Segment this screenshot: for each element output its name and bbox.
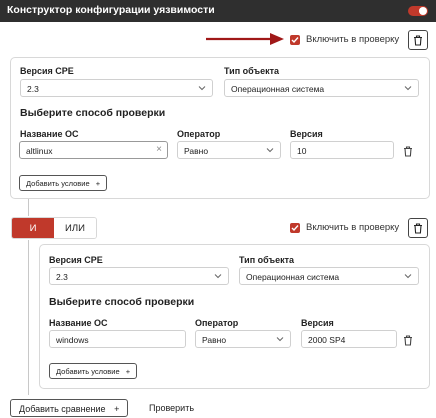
chevron-down-icon (404, 274, 412, 279)
cpe-version-label: Версия CPE (49, 255, 103, 265)
method-heading: Выберите способ проверки (49, 296, 195, 308)
arrow-annotation-icon (206, 33, 284, 45)
window-title: Конструктор конфигурации уязвимости (7, 4, 215, 16)
delete-block-button-2[interactable] (408, 218, 428, 238)
cpe-version-label: Версия CPE (20, 66, 74, 76)
include-label: Включить в проверку (306, 34, 400, 45)
operator-value: Равно (184, 146, 209, 156)
add-condition-label: Добавить условие (56, 367, 120, 376)
chevron-down-icon (404, 86, 412, 91)
os-name-input[interactable]: altlinux × (19, 141, 168, 159)
cpe-version-value: 2.3 (27, 84, 39, 94)
add-condition-button[interactable]: Добавить условие + (19, 175, 108, 191)
add-condition-label: Добавить условие (26, 179, 90, 188)
object-type-label: Тип объекта (224, 66, 280, 76)
chevron-down-icon (214, 274, 222, 279)
check-button[interactable]: Проверить (149, 403, 194, 413)
add-comparison-button[interactable]: Добавить сравнение + (10, 399, 129, 417)
logic-operator-toggle: И ИЛИ (11, 217, 97, 239)
or-button[interactable]: ИЛИ (54, 218, 96, 238)
add-condition-button[interactable]: Добавить условие + (49, 363, 138, 379)
connector-line (28, 240, 29, 395)
trash-icon[interactable] (403, 146, 413, 157)
and-button[interactable]: И (12, 218, 54, 238)
chevron-down-icon (198, 86, 206, 91)
operator-select[interactable]: Равно (177, 141, 281, 159)
enable-toggle[interactable] (408, 6, 428, 16)
checkbox-checked-icon[interactable] (290, 34, 300, 45)
trash-icon[interactable] (403, 335, 413, 346)
cpe-version-select[interactable]: 2.3 (20, 79, 213, 97)
delete-block-button-top[interactable] (408, 30, 428, 50)
toggle-knob (419, 7, 427, 15)
os-name-input[interactable]: windows (49, 330, 186, 348)
plus-icon: + (125, 367, 131, 376)
include-check-row-top[interactable]: Включить в проверку (290, 34, 399, 45)
object-type-select[interactable]: Операционная система (224, 79, 419, 97)
cpe-version-value: 2.3 (56, 272, 68, 282)
connector-line (28, 199, 29, 216)
include-label: Включить в проверку (306, 222, 400, 233)
add-comparison-label: Добавить сравнение (19, 404, 106, 414)
version-label: Версия (301, 318, 334, 328)
object-type-select[interactable]: Операционная система (239, 267, 419, 285)
operator-label: Оператор (177, 129, 221, 139)
object-type-label: Тип объекта (239, 255, 295, 265)
version-value: 2000 SP4 (308, 335, 346, 345)
os-name-label: Название ОС (20, 129, 79, 139)
object-type-value: Операционная система (231, 84, 325, 94)
method-heading: Выберите способ проверки (20, 107, 166, 119)
clear-icon[interactable]: × (156, 145, 162, 155)
os-name-value: altlinux (26, 146, 53, 156)
os-name-label: Название ОС (49, 318, 108, 328)
version-input[interactable]: 2000 SP4 (301, 330, 397, 348)
checkbox-checked-icon[interactable] (290, 222, 300, 233)
chevron-down-icon (266, 148, 274, 153)
version-value: 10 (297, 146, 307, 156)
object-type-value: Операционная система (246, 272, 340, 282)
chevron-down-icon (276, 337, 284, 342)
plus-icon: + (114, 404, 120, 414)
operator-value: Равно (202, 335, 227, 345)
trash-icon (414, 222, 422, 234)
version-label: Версия (290, 129, 323, 139)
operator-select[interactable]: Равно (195, 330, 291, 348)
title-bar: Конструктор конфигурации уязвимости (0, 0, 436, 22)
plus-icon: + (95, 179, 101, 188)
trash-icon (414, 34, 422, 46)
version-input[interactable]: 10 (290, 141, 394, 159)
include-check-row-2[interactable]: Включить в проверку (290, 222, 399, 233)
os-name-value: windows (56, 335, 89, 345)
operator-label: Оператор (195, 318, 239, 328)
cpe-version-select[interactable]: 2.3 (49, 267, 229, 285)
